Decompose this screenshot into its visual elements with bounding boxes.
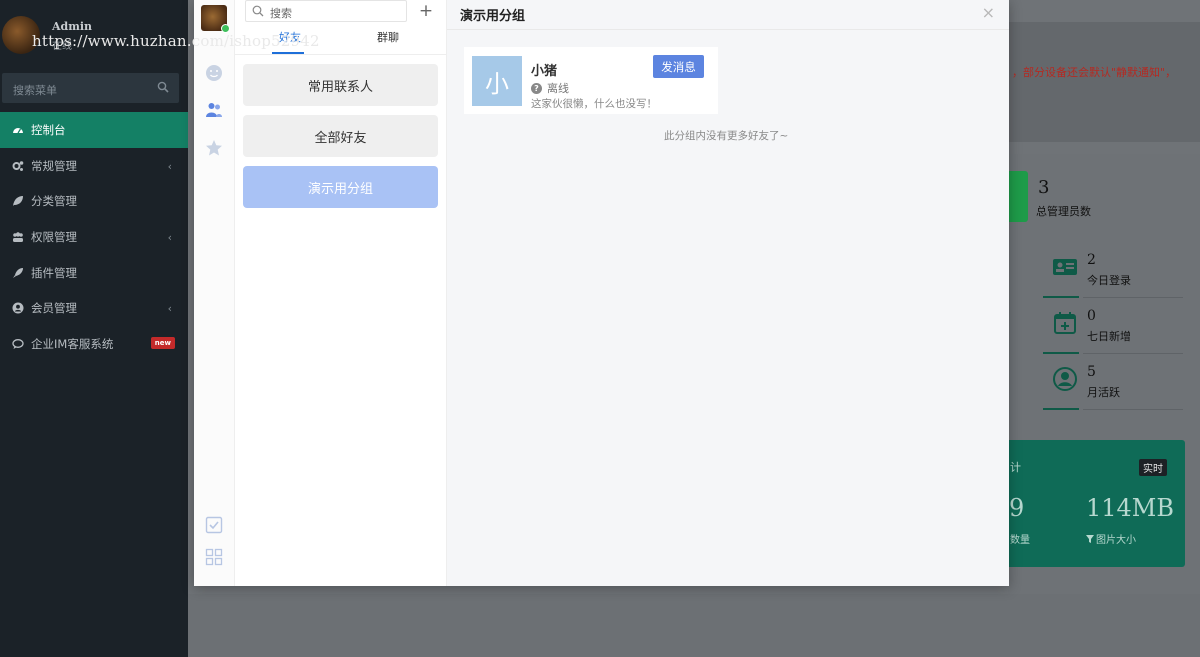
- user-circle-icon: [1053, 367, 1077, 391]
- sidebar-item-category[interactable]: 分类管理: [0, 183, 188, 219]
- friend-avatar[interactable]: 小: [472, 56, 522, 106]
- stat-value: 5: [1087, 364, 1096, 380]
- im-search-placeholder: 搜索: [270, 7, 292, 20]
- image-size-value: 114MB: [1086, 494, 1175, 522]
- sidebar-item-permission[interactable]: 权限管理 ‹: [0, 219, 188, 255]
- cogs-icon: [12, 160, 24, 171]
- tab-groups[interactable]: 群聊: [377, 29, 399, 45]
- star-icon[interactable]: [205, 139, 223, 157]
- send-message-button[interactable]: 发消息: [653, 55, 704, 78]
- chevron-left-icon: ‹: [167, 231, 172, 245]
- comment-icon: [12, 339, 24, 349]
- im-panel-header: 演示用分组 ×: [447, 0, 1009, 30]
- watermark-text: https://www.huzhan.com/ishop52942: [32, 32, 320, 50]
- add-icon[interactable]: +: [418, 0, 434, 22]
- im-left-rail: [194, 0, 235, 586]
- stat-monthly-active: 5 月活跃: [1043, 358, 1183, 410]
- im-contact-list: 搜索 + 好友 群聊 常用联系人 全部好友 演示用分组: [235, 0, 447, 586]
- stat-separator: [1083, 353, 1183, 354]
- admin-count-value: 3: [1038, 177, 1050, 198]
- group-demo[interactable]: 演示用分组: [243, 166, 438, 208]
- im-search-input[interactable]: 搜索: [245, 0, 407, 22]
- no-more-friends-text: 此分组内没有更多好友了~: [664, 130, 789, 142]
- dashboard-bottom-area: [188, 594, 1200, 657]
- sidebar-item-general[interactable]: 常规管理 ‹: [0, 148, 188, 184]
- smile-icon[interactable]: [205, 64, 223, 82]
- notice-panel: [1008, 22, 1200, 142]
- file-count-value: 9: [1009, 494, 1025, 522]
- sidebar-item-label: 企业IM客服系统: [31, 336, 114, 351]
- dashboard-icon: [13, 127, 23, 134]
- group-frequent-contacts[interactable]: 常用联系人: [243, 64, 438, 106]
- friend-card[interactable]: 小 小猪 ? 离线 这家伙很懒，什么也没写！ 发消息: [464, 47, 718, 114]
- file-count-label: 数量: [1010, 535, 1030, 546]
- image-size-label-text: 图片大小: [1096, 535, 1136, 546]
- stat-underline: [1043, 352, 1079, 354]
- sidebar-item-label: 分类管理: [31, 194, 77, 209]
- image-size-label: 图片大小: [1086, 531, 1136, 546]
- stat-today-login: 2 今日登录: [1043, 246, 1183, 298]
- sidebar-item-label: 插件管理: [31, 265, 77, 280]
- sidebar-item-label: 常规管理: [31, 158, 77, 173]
- admin-sidebar: Admin 在线 搜索菜单 控制台 常规管理 ‹ 分类管理 权限管理 ‹ 插件管…: [0, 0, 188, 657]
- sidebar-item-plugin[interactable]: 插件管理: [0, 255, 188, 291]
- stat-separator: [1083, 297, 1183, 298]
- friend-status: ? 离线: [531, 80, 569, 96]
- rocket-icon: [13, 267, 23, 278]
- admin-count-icon-box: [1008, 171, 1028, 222]
- friend-signature: 这家伙很懒，什么也没写！: [531, 98, 657, 110]
- id-card-icon: [1053, 259, 1077, 275]
- stat-label: 今日登录: [1087, 274, 1131, 287]
- menu-search-placeholder: 搜索菜单: [13, 84, 57, 97]
- stat-label: 月活跃: [1087, 386, 1120, 399]
- stat-underline: [1043, 408, 1079, 410]
- group-title: 演示用分组: [460, 9, 526, 24]
- chevron-left-icon: ‹: [167, 159, 172, 173]
- stat-separator: [1083, 409, 1183, 410]
- sidebar-menu: 控制台 常规管理 ‹ 分类管理 权限管理 ‹ 插件管理 会员管理 ‹ 企业IM客…: [0, 112, 188, 362]
- group-all-friends[interactable]: 全部好友: [243, 115, 438, 157]
- admin-count-label: 总管理员数: [1036, 205, 1091, 218]
- new-badge: new: [150, 337, 175, 350]
- search-icon[interactable]: [157, 81, 169, 93]
- stat-underline: [1043, 296, 1079, 298]
- contacts-icon[interactable]: [205, 101, 223, 119]
- filter-icon: [1086, 535, 1094, 543]
- friend-name: 小猪: [531, 64, 558, 79]
- sidebar-item-im[interactable]: 企业IM客服系统 new: [0, 326, 188, 362]
- user-circle-icon: [12, 302, 24, 314]
- sidebar-item-label: 权限管理: [31, 229, 77, 244]
- tab-divider: [235, 54, 447, 55]
- menu-search-input[interactable]: 搜索菜单: [2, 73, 179, 103]
- chevron-left-icon: ‹: [167, 302, 172, 316]
- group-icon: [13, 232, 23, 242]
- im-window: 搜索 + 好友 群聊 常用联系人 全部好友 演示用分组 演示用分组 × 小 小猪…: [194, 0, 1009, 586]
- sidebar-item-label: 控制台: [31, 122, 66, 137]
- stat-seven-day-new: 0 七日新增: [1043, 302, 1183, 354]
- notice-text: ，部分设备还会默认"静默通知"，: [1012, 66, 1177, 79]
- friend-status-text: 离线: [547, 82, 569, 95]
- question-icon: ?: [531, 82, 542, 94]
- stat-value: 0: [1087, 308, 1096, 324]
- search-icon: [252, 5, 264, 17]
- stat-label: 七日新增: [1087, 330, 1131, 343]
- calendar-plus-icon: [1054, 312, 1076, 334]
- apps-grid-icon[interactable]: [205, 548, 223, 566]
- leaf-icon: [13, 196, 23, 207]
- stat-value: 2: [1087, 252, 1096, 268]
- sidebar-item-label: 会员管理: [31, 301, 77, 316]
- storage-card-title: 计: [1010, 461, 1021, 474]
- checkbox-icon[interactable]: [205, 516, 223, 534]
- close-icon[interactable]: ×: [982, 3, 995, 22]
- im-group-panel: 演示用分组 × 小 小猪 ? 离线 这家伙很懒，什么也没写！ 发消息 此分组内没…: [447, 0, 1009, 586]
- sidebar-item-dashboard[interactable]: 控制台: [0, 112, 188, 148]
- sidebar-item-member[interactable]: 会员管理 ‹: [0, 290, 188, 326]
- live-badge: 实时: [1139, 459, 1167, 476]
